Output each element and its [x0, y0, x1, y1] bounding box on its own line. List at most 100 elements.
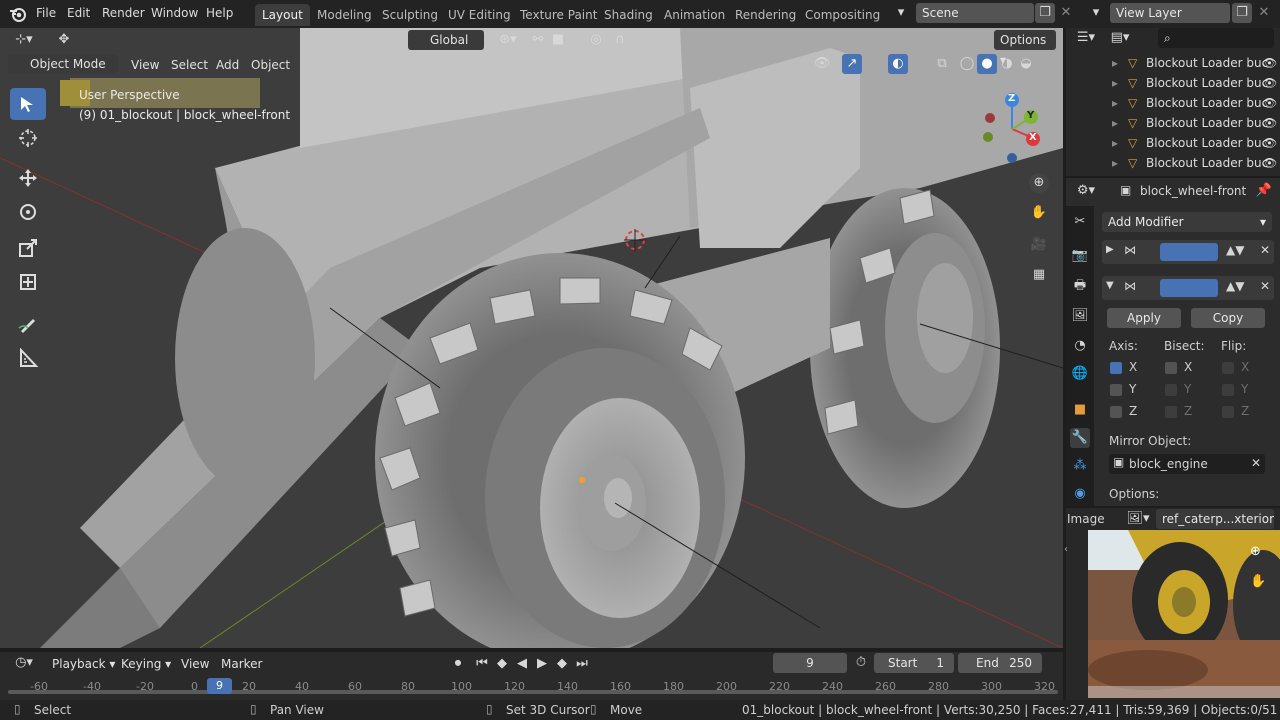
tab-rendering[interactable]: Rendering [728, 4, 803, 26]
options-dropdown[interactable]: Options ▾ [994, 30, 1056, 67]
viewport-menu-view[interactable]: View [131, 58, 159, 72]
start-frame-field[interactable]: Start 1 [874, 653, 954, 673]
transform-orientation-dropdown[interactable]: Global [408, 30, 484, 50]
tab-shading[interactable]: Shading [597, 4, 660, 26]
timeline-scrollbar[interactable] [8, 690, 1058, 694]
measure-tool[interactable] [10, 342, 46, 374]
zoom-icon[interactable]: ⊕ [1029, 173, 1049, 193]
view-layer-tab-icon[interactable]: 🖼 [1070, 306, 1090, 326]
new-view-layer-icon[interactable]: ❐ [1232, 3, 1252, 23]
visibility-icon[interactable]: 👁 [808, 54, 836, 74]
add-modifier-dropdown[interactable]: Add Modifier ▾ [1102, 212, 1272, 232]
proportional-editing-icon[interactable]: ◎ [586, 30, 606, 50]
tab-sculpting[interactable]: Sculpting [375, 4, 445, 26]
object-mode-dropdown[interactable]: Object Mode [8, 54, 118, 74]
render-tab-icon[interactable]: 📷 [1070, 246, 1090, 266]
snap-pivot-icon[interactable]: ⊛▾ [494, 30, 522, 50]
select-box-tool[interactable] [10, 88, 46, 120]
object-tab-icon[interactable]: ■ [1070, 400, 1090, 420]
scene-selector-icon[interactable]: ▾ [888, 3, 914, 23]
falloff-icon[interactable]: ∩ [610, 30, 630, 50]
tab-modeling[interactable]: Modeling [310, 4, 379, 26]
outliner-search-input[interactable]: ⌕ [1158, 28, 1274, 48]
pan-hand-icon[interactable]: ✋ [1029, 203, 1049, 223]
eye-icon[interactable]: 👁 [1262, 113, 1277, 133]
current-frame-field[interactable]: 9 [773, 653, 847, 673]
tab-uv-editing[interactable]: UV Editing [441, 4, 518, 26]
move-arrows-icon[interactable]: ▲▼ [1226, 279, 1244, 293]
outliner-item[interactable]: ▸ ▽ Blockout Loader buc 👁 [1066, 113, 1280, 133]
clear-field-icon[interactable]: ✕ [1251, 456, 1261, 470]
play-reverse-icon[interactable]: ◀ [512, 654, 532, 674]
image-browse-icon[interactable]: 🖼▾ [1124, 509, 1152, 529]
navigation-gizmo[interactable]: Z X Y [975, 90, 1055, 170]
tab-compositing[interactable]: Compositing [798, 4, 887, 26]
properties-editor-type-icon[interactable]: ⚙▾ [1072, 181, 1100, 201]
menu-edit[interactable]: Edit [67, 6, 90, 20]
eye-icon[interactable]: 👁 [1262, 153, 1277, 173]
modifier-toggles-icon[interactable] [1160, 243, 1218, 261]
image-zoom-icon[interactable]: ⊕ [1250, 544, 1261, 559]
menu-render[interactable]: Render [102, 6, 145, 20]
physics-tab-icon[interactable]: ◉ [1070, 484, 1090, 504]
eye-icon[interactable]: 👁 [1262, 133, 1277, 153]
collapse-arrow-icon[interactable]: ▼ [1106, 280, 1114, 291]
transform-tool[interactable] [10, 266, 46, 298]
eye-icon[interactable]: 👁 [1262, 73, 1277, 93]
move-tool[interactable] [10, 162, 46, 194]
cursor-tool[interactable] [10, 122, 46, 154]
overlay-toggle-icon[interactable]: ◐ [888, 54, 908, 74]
output-tab-icon[interactable]: 🖶 [1070, 276, 1090, 296]
wireframe-shading-icon[interactable]: ◯ [957, 54, 977, 74]
menu-help[interactable]: Help [206, 6, 233, 20]
modifier-panel-collapsed[interactable]: ▶ ⋈ ▲▼ ✕ [1102, 240, 1274, 264]
outliner-item[interactable]: ▸ ▽ Blockout Loader buc 👁 [1066, 53, 1280, 73]
delete-scene-icon[interactable]: ✕ [1056, 3, 1076, 23]
snap-icon[interactable]: ⚯ [528, 30, 548, 50]
timeline-ruler[interactable] [0, 676, 1063, 700]
menu-window[interactable]: Window [151, 6, 198, 20]
editor-type-icon[interactable]: ⊹▾ [8, 30, 40, 50]
blender-logo-icon[interactable] [9, 5, 27, 23]
annotate-tool[interactable] [10, 308, 46, 340]
jump-start-icon[interactable]: ⏮ [472, 654, 492, 674]
timeline-editor-type-icon[interactable]: ◷▾ [8, 653, 40, 673]
xray-icon[interactable]: ⧉ [932, 54, 952, 74]
snap-target-icon[interactable]: ■ [548, 30, 568, 50]
apply-button[interactable]: Apply [1107, 308, 1181, 328]
viewport-menu-object[interactable]: Object [251, 58, 290, 72]
modifier-tab-icon[interactable]: 🔧 [1070, 428, 1090, 448]
viewport-menu-add[interactable]: Add [216, 58, 239, 72]
outliner-item[interactable]: ▸ ▽ Blockout Loader buc 👁 [1066, 153, 1280, 173]
outliner-item[interactable]: ▸ ▽ Blockout Loader buc 👁 [1066, 133, 1280, 153]
move-arrows-icon[interactable]: ▲▼ [1226, 243, 1244, 257]
viewport-menu-select[interactable]: Select [171, 58, 208, 72]
play-icon[interactable]: ▶ [532, 654, 552, 674]
particles-tab-icon[interactable]: ⁂ [1070, 456, 1090, 476]
flip-y-checkbox[interactable] [1222, 384, 1234, 396]
outliner-item[interactable]: ▸ ▽ Blockout Loader buc 👁 [1066, 73, 1280, 93]
remove-modifier-icon[interactable]: ✕ [1260, 243, 1270, 257]
image-name-field[interactable]: ref_caterp...xterior.jpg [1156, 509, 1274, 529]
tab-texture-paint[interactable]: Texture Paint [513, 4, 604, 26]
ortho-grid-icon[interactable]: ▦ [1029, 265, 1049, 285]
expand-arrow-icon[interactable]: ▶ [1106, 244, 1114, 255]
view-layer-field[interactable]: View Layer [1110, 3, 1230, 23]
image-pan-icon[interactable]: ✋ [1250, 574, 1266, 589]
axis-z-checkbox[interactable] [1110, 406, 1122, 418]
scene-name-field[interactable]: Scene [916, 3, 1034, 23]
pin-icon[interactable]: 📌 [1254, 181, 1274, 201]
rotate-tool[interactable] [10, 196, 46, 228]
modifier-panel-expanded[interactable]: ▼ ⋈ ▲▼ ✕ [1102, 276, 1274, 300]
modifier-toggles-icon[interactable] [1160, 279, 1218, 297]
axis-x-checkbox[interactable] [1110, 362, 1122, 374]
playhead-frame-badge[interactable]: 9 [207, 678, 232, 694]
timeline-menu-marker[interactable]: Marker [221, 657, 262, 671]
end-frame-field[interactable]: End 250 [958, 653, 1042, 673]
remove-modifier-icon[interactable]: ✕ [1260, 279, 1270, 293]
timeline-menu-keying[interactable]: Keying ▾ [121, 657, 171, 671]
transform-pivot-icon[interactable]: ✥ [54, 30, 74, 50]
timeline-menu-playback[interactable]: Playback ▾ [52, 657, 115, 671]
outliner-display-mode-icon[interactable]: ▤▾ [1106, 28, 1134, 48]
solid-shading-icon[interactable]: ● [977, 54, 997, 74]
